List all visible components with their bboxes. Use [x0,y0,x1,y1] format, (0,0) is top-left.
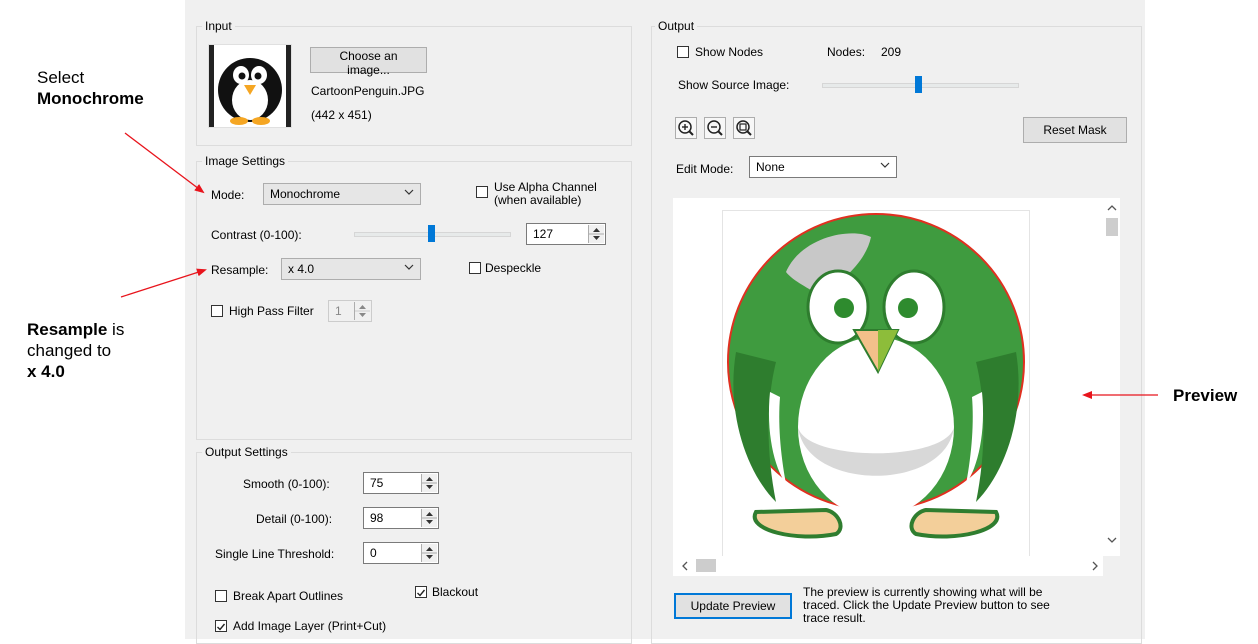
arrow-icon [120,268,207,298]
annotation-arrows [120,132,1158,399]
arrow-icon [124,132,205,194]
